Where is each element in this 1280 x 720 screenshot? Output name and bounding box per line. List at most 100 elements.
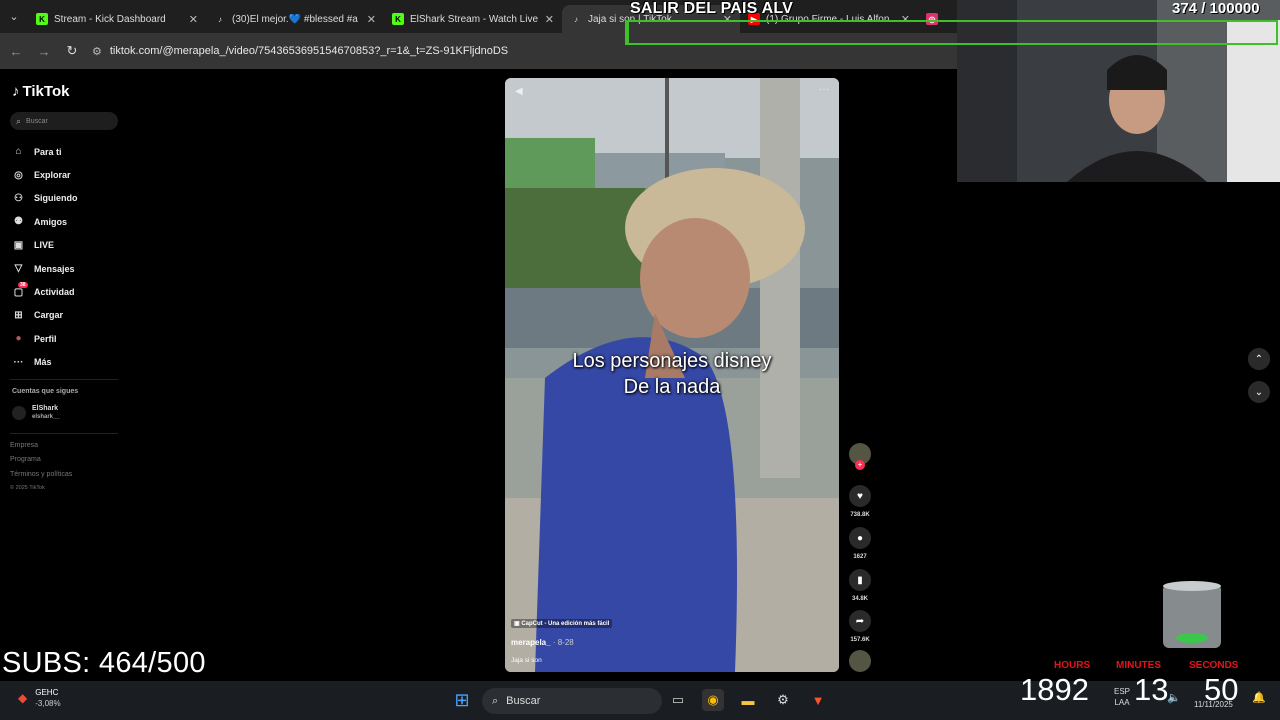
video-frame xyxy=(505,78,839,672)
sidebar-item-actividad[interactable]: ▢ 38 Actividad xyxy=(12,280,78,303)
search-input[interactable]: ⌕ Buscar xyxy=(10,112,118,130)
video-author[interactable]: merapela_ xyxy=(511,638,551,647)
goal-title: SALIR DEL PAIS ALV xyxy=(630,0,794,17)
taskbar-search[interactable]: ⌕ Buscar xyxy=(482,688,662,714)
sound-avatar-button[interactable] xyxy=(847,650,873,672)
browser-tab[interactable]: K Stream - Kick Dashboard ✕ xyxy=(28,5,206,33)
like-count: 738.8K xyxy=(850,512,870,518)
tiktok-logo[interactable]: ♪ TikTok xyxy=(12,83,69,100)
comment-icon: ● xyxy=(849,527,871,549)
activity-glyph: ▢ xyxy=(13,286,24,298)
language-top: ESP xyxy=(1114,687,1131,696)
sidebar-item-cargar[interactable]: ⊞ Cargar xyxy=(12,304,78,327)
capcut-badge[interactable]: ▣ CapCut - Una edición más fácil xyxy=(511,619,613,628)
sidebar-item-live[interactable]: ▣ LIVE xyxy=(12,234,78,257)
video-description: Jaja si son xyxy=(511,657,542,664)
activity-icon: ▢ 38 xyxy=(12,281,28,298)
share-button[interactable]: ➦ 157.6K xyxy=(847,610,873,643)
site-info-icon[interactable]: ⚙ xyxy=(92,45,102,58)
tiktok-icon: ♪ xyxy=(12,83,20,100)
share-count: 157.6K xyxy=(850,637,870,643)
search-icon: ⌕ xyxy=(16,115,22,126)
goal-progress-fill xyxy=(627,22,630,43)
copyright: © 2025 TikTok xyxy=(10,484,45,491)
sidebar-item-siguiendo[interactable]: ⚇ Siguiendo xyxy=(12,187,78,210)
windows-start-icon[interactable]: ⊞ xyxy=(451,689,473,711)
minutes-value: 13 xyxy=(1134,672,1169,707)
stock-widget[interactable]: ◆ GEHC -3,08% xyxy=(18,687,61,709)
subs-counter: SUBS: 464/500 xyxy=(2,647,206,679)
comment-button[interactable]: ● 1627 xyxy=(847,527,873,560)
footer-link-terminos[interactable]: Términos y políticas xyxy=(10,471,72,485)
close-tab-icon[interactable]: ✕ xyxy=(189,13,198,26)
sidebar-item-label: Para ti xyxy=(34,146,62,157)
following-account[interactable]: ElShark elshark__ xyxy=(12,404,60,422)
language-bottom: LAA xyxy=(1114,698,1130,707)
messages-icon: ▽ xyxy=(14,263,23,275)
goal-separator: / xyxy=(1201,0,1206,17)
hours-label: HOURS xyxy=(1054,660,1091,671)
sidebar-item-mas[interactable]: ··· Más xyxy=(12,351,78,374)
tiktok-icon: ♪ xyxy=(574,14,578,24)
video-caption-line1: Los personajes disney xyxy=(572,350,772,372)
reload-icon[interactable]: ↻ xyxy=(64,43,80,59)
notification-badge: 38 xyxy=(18,281,28,288)
close-tab-icon[interactable]: ✕ xyxy=(545,13,554,26)
profile-icon: ● xyxy=(15,333,22,345)
url-field[interactable]: ⚙ tiktok.com/@merapela_/video/7543653695… xyxy=(92,45,508,58)
video-date: · 8-28 xyxy=(550,638,574,647)
stock-chart-icon: ◆ xyxy=(18,691,28,705)
follow-plus-icon[interactable]: + xyxy=(855,460,865,470)
sidebar-item-label: Siguiendo xyxy=(34,193,78,204)
save-button[interactable]: ▮ 34.8K xyxy=(847,569,873,602)
goal-progress-bar xyxy=(625,20,1278,45)
sidebar-item-para-ti[interactable]: ⌂ Para ti xyxy=(12,140,78,163)
notification-bell-icon[interactable]: 🔔 xyxy=(1252,693,1266,704)
following-icon: ⚇ xyxy=(14,192,23,204)
browser-tab[interactable]: ♪ (30)El mejor.💙 #blessed #a ✕ xyxy=(206,5,384,33)
sidebar-item-label: Amigos xyxy=(34,216,68,227)
sidebar-item-label: Explorar xyxy=(34,170,71,181)
video-player[interactable]: ◀ ··· Los personajes disney De la nada ▣… xyxy=(505,78,839,672)
tiktok-page: ♪ TikTok ⌕ Buscar ⌂ Para ti ◎ Explorar ⚇ Si… xyxy=(0,69,1270,681)
divider xyxy=(10,433,118,434)
goal-count: 374 / 100000 xyxy=(1172,0,1260,17)
sidebar-item-explorar[interactable]: ◎ Explorar xyxy=(12,163,78,186)
sidebar-item-label: Mensajes xyxy=(34,263,75,274)
back-arrow-icon[interactable]: ← xyxy=(8,44,24,59)
author-avatar-button[interactable]: + xyxy=(847,443,873,470)
browser-tab[interactable]: K ElShark Stream - Watch Live ✕ xyxy=(384,5,562,33)
sidebar-item-perfil[interactable]: ● Perfil xyxy=(12,327,78,350)
next-video-button[interactable]: ⌄ xyxy=(1248,381,1270,403)
mute-icon[interactable]: ◀ xyxy=(515,86,523,97)
minutes-label: MINUTES xyxy=(1116,660,1161,671)
tab-search-icon[interactable]: ⌄ xyxy=(0,0,28,33)
close-tab-icon[interactable]: ✕ xyxy=(367,13,376,26)
url-text[interactable]: tiktok.com/@merapela_/video/754365369515… xyxy=(110,45,508,57)
forward-arrow-icon[interactable]: → xyxy=(36,44,52,59)
task-view-icon[interactable]: ▭ xyxy=(667,689,689,711)
volume-icon[interactable]: 🔈 xyxy=(1167,693,1181,704)
chrome-icon[interactable]: ◉ xyxy=(702,689,724,711)
like-button[interactable]: ♥ 738.8K xyxy=(847,485,873,518)
home-icon: ⌂ xyxy=(15,146,22,158)
heart-icon: ♥ xyxy=(849,485,871,507)
account-username: elshark__ xyxy=(32,414,60,420)
video-author-row: merapela_ · 8-28 xyxy=(511,638,574,647)
language-indicator[interactable]: ESP LAA xyxy=(1114,686,1130,708)
share-icon: ➦ xyxy=(849,610,871,632)
footer-link-empresa[interactable]: Empresa xyxy=(10,442,72,456)
friends-icon: ⚉ xyxy=(14,216,23,228)
settings-app-icon[interactable]: ⚙ xyxy=(772,689,794,711)
sidebar-item-amigos[interactable]: ⚉ Amigos xyxy=(12,210,78,233)
more-options-icon[interactable]: ··· xyxy=(819,84,829,95)
brave-icon[interactable]: ▼ xyxy=(807,689,829,711)
file-explorer-icon[interactable]: ▬ xyxy=(737,689,759,711)
previous-video-button[interactable]: ⌃ xyxy=(1248,348,1270,370)
sidebar-item-label: Perfil xyxy=(34,333,57,344)
logo-text: TikTok xyxy=(22,83,70,100)
upload-icon: ⊞ xyxy=(14,309,23,321)
sidebar-item-mensajes[interactable]: ▽ Mensajes xyxy=(12,257,78,280)
footer-link-programa[interactable]: Programa xyxy=(10,456,72,470)
live-icon: ▣ xyxy=(13,239,24,251)
